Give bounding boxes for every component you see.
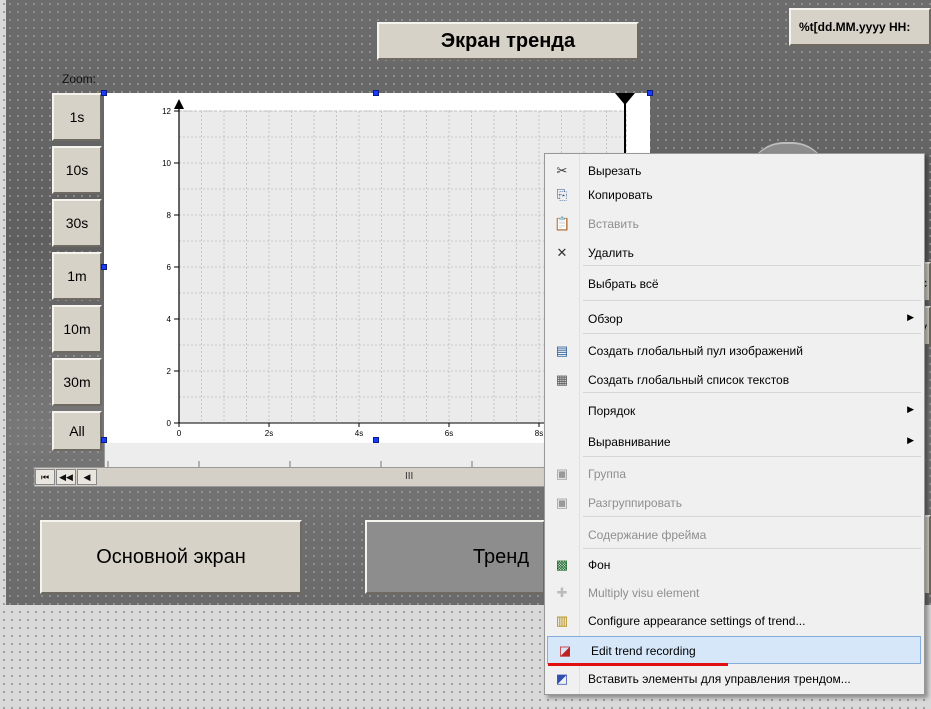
insert-trend-controls-icon: ◩	[555, 671, 569, 686]
menu-item-label: Создать глобальный пул изображений	[588, 344, 803, 358]
menu-item-7[interactable]: ▤ Создать глобальный пул изображений	[545, 337, 922, 365]
y-tick-label: 4	[167, 315, 172, 324]
edit-trend-icon: ◪	[558, 643, 572, 658]
menu-item-9[interactable]: Порядок ▶	[545, 397, 922, 425]
menu-item-12: ▣ Разгруппировать	[545, 489, 922, 517]
menu-item-2[interactable]: ⎘ Копировать	[545, 181, 922, 209]
menu-item-label: Фон	[588, 558, 611, 572]
copy-icon: ⎘	[556, 187, 568, 202]
menu-item-10[interactable]: Выравнивание ▶	[545, 428, 922, 456]
menu-item-8[interactable]: ▦ Создать глобальный список текстов	[545, 366, 922, 394]
ungroup-icon: ▣	[555, 495, 569, 510]
trend-scrollbar[interactable]: ⏮ ◀◀ ◀ III	[34, 467, 554, 487]
menu-item-label: Edit trend recording	[591, 644, 696, 658]
zoom-1m-button[interactable]: 1m	[52, 252, 102, 300]
menu-separator	[583, 456, 921, 457]
menu-item-label: Выравнивание	[588, 435, 671, 449]
menu-separator	[583, 300, 921, 301]
menu-item-14[interactable]: ▩ Фон	[545, 551, 922, 579]
red-underline-annotation	[548, 663, 728, 666]
group-icon: ▣	[555, 466, 569, 481]
menu-item-label: Вставить элементы для управления трендом…	[588, 672, 851, 686]
trend-cursor-marker	[615, 93, 635, 105]
menu-separator	[583, 392, 921, 393]
menu-item-label: Вырезать	[588, 164, 642, 178]
selection-handle[interactable]	[101, 90, 107, 96]
menu-separator	[583, 333, 921, 334]
zoom-all-button[interactable]: All	[52, 411, 102, 451]
menu-item-label: Обзор	[588, 312, 623, 326]
menu-item-18[interactable]: ◩ Вставить элементы для управления трендо…	[545, 665, 922, 693]
scissors-icon: ✂	[556, 163, 568, 178]
menu-item-4[interactable]: ✕ Удалить	[545, 239, 922, 267]
x-tick-label: 0	[177, 429, 182, 438]
zoom-label: Zoom:	[62, 72, 97, 86]
x-tick-label: 4s	[355, 429, 363, 438]
menu-item-label: Группа	[588, 467, 627, 481]
selection-handle[interactable]	[373, 90, 379, 96]
menu-item-label: Разгруппировать	[588, 496, 683, 510]
menu-separator	[583, 265, 921, 266]
y-tick-label: 6	[167, 263, 172, 272]
delete-icon: ✕	[556, 245, 568, 260]
zoom-30m-button[interactable]: 30m	[52, 358, 102, 406]
y-axis-arrow	[174, 99, 184, 109]
menu-item-6[interactable]: Обзор ▶	[545, 305, 922, 333]
submenu-arrow-icon: ▶	[907, 404, 914, 414]
selection-handle[interactable]	[647, 90, 653, 96]
y-tick-label: 8	[167, 211, 172, 220]
main-screen-button[interactable]: Основной экран	[40, 520, 302, 594]
menu-item-label: Создать глобальный список текстов	[588, 373, 790, 387]
scroll-back-icon[interactable]: ◀	[77, 469, 97, 485]
selection-handle[interactable]	[101, 437, 107, 443]
scroll-first-icon[interactable]: ⏮	[35, 469, 55, 485]
selection-handle[interactable]	[373, 437, 379, 443]
zoom-10m-button[interactable]: 10m	[52, 305, 102, 353]
x-tick-label: 2s	[265, 429, 273, 438]
x-tick-label: 8s	[535, 429, 543, 438]
menu-item-label: Удалить	[588, 246, 634, 260]
image-pool-icon: ▤	[555, 343, 569, 358]
paste-icon: 📋	[554, 216, 571, 231]
zoom-1s-button[interactable]: 1s	[52, 93, 102, 141]
scroll-thumb[interactable]: III	[405, 471, 413, 482]
menu-separator	[583, 548, 921, 549]
x-tick-label: 6s	[445, 429, 453, 438]
y-tick-label: 10	[162, 159, 171, 168]
menu-separator	[583, 516, 921, 517]
scroll-fast-back-icon[interactable]: ◀◀	[56, 469, 76, 485]
menu-item-label: Выбрать всё	[588, 277, 659, 291]
datetime-display[interactable]: %t[dd.MM.yyyy HH:	[789, 8, 931, 46]
y-tick-label: 0	[167, 419, 172, 428]
menu-item-5[interactable]: Выбрать всё	[545, 270, 922, 298]
menu-item-label: Вставить	[588, 217, 639, 231]
menu-item-label: Configure appearance settings of trend..…	[588, 614, 806, 628]
menu-item-label: Порядок	[588, 404, 636, 418]
menu-item-13: Содержание фрейма	[545, 521, 922, 549]
menu-item-label: Копировать	[588, 188, 653, 202]
submenu-arrow-icon: ▶	[907, 312, 914, 322]
trend-settings-icon: ▥	[555, 613, 569, 628]
menu-item-17[interactable]: ◪ Edit trend recording	[547, 636, 921, 664]
menu-item-11: ▣ Группа	[545, 460, 922, 488]
menu-item-label: Multiply visu element	[588, 586, 700, 600]
zoom-10s-button[interactable]: 10s	[52, 146, 102, 194]
menu-item-15: ✚ Multiply visu element	[545, 579, 922, 607]
multiply-icon: ✚	[556, 585, 568, 600]
y-tick-label: 2	[167, 367, 172, 376]
submenu-arrow-icon: ▶	[907, 435, 914, 445]
background-icon: ▩	[555, 557, 569, 572]
context-menu: ✂ Вырезать ⎘ Копировать 📋 Вставить ✕ Удалить Выб…	[544, 153, 925, 695]
text-list-icon: ▦	[555, 372, 569, 387]
zoom-30s-button[interactable]: 30s	[52, 199, 102, 247]
y-tick-label: 12	[162, 107, 171, 116]
menu-item-3: 📋 Вставить	[545, 210, 922, 238]
selection-handle[interactable]	[101, 264, 107, 270]
screen-title-button[interactable]: Экран тренда	[377, 22, 639, 60]
menu-item-label: Содержание фрейма	[588, 528, 707, 542]
menu-item-16[interactable]: ▥ Configure appearance settings of trend.…	[545, 607, 922, 635]
trend-button[interactable]: Тренд	[365, 520, 545, 594]
time-ruler	[104, 443, 564, 467]
